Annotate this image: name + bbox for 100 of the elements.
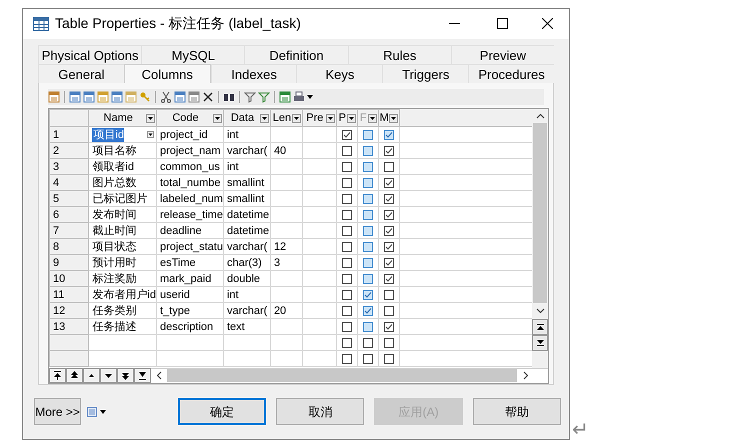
checkbox[interactable] bbox=[362, 242, 373, 252]
table-cell[interactable]: mark_paid bbox=[156, 270, 224, 287]
nav-button[interactable] bbox=[117, 368, 134, 384]
checkbox[interactable] bbox=[384, 226, 394, 236]
horizontal-scroll-thumb[interactable] bbox=[167, 369, 517, 382]
tab[interactable]: Preview bbox=[450, 44, 554, 64]
table-cell[interactable]: t_type bbox=[156, 302, 224, 319]
checkbox[interactable] bbox=[362, 322, 373, 332]
checkbox[interactable] bbox=[384, 162, 394, 172]
table-cell[interactable]: total_numbe bbox=[156, 174, 224, 191]
table-cell[interactable]: 项目状态 bbox=[88, 238, 156, 255]
table-cell[interactable]: smallint bbox=[223, 174, 270, 191]
table-cell[interactable]: 任务描述 bbox=[88, 318, 156, 335]
checkbox[interactable] bbox=[362, 290, 373, 300]
spreadsheet-icon[interactable] bbox=[279, 90, 291, 103]
tab[interactable]: Procedures bbox=[468, 64, 554, 83]
dialog-button[interactable]: 确定 bbox=[178, 398, 266, 426]
table-cell[interactable]: project_nam bbox=[156, 142, 224, 159]
checkbox[interactable] bbox=[362, 162, 373, 172]
table-cell[interactable]: 标注奖励 bbox=[88, 270, 156, 287]
nav-button[interactable] bbox=[49, 368, 66, 384]
checkbox[interactable] bbox=[362, 178, 373, 188]
table-cell[interactable]: 40 bbox=[270, 142, 302, 159]
checkbox[interactable] bbox=[342, 146, 352, 156]
minimize-icon[interactable] bbox=[449, 22, 460, 25]
table-cell[interactable]: release_time bbox=[156, 206, 224, 223]
table-cell[interactable]: 截止时间 bbox=[88, 222, 156, 239]
tab[interactable]: Rules bbox=[348, 44, 451, 64]
table-cell[interactable]: double bbox=[223, 270, 270, 287]
column-header[interactable]: Code bbox=[156, 109, 224, 127]
dropdown-caret-icon[interactable] bbox=[307, 94, 313, 99]
checkbox[interactable] bbox=[362, 338, 373, 348]
table-cell[interactable]: 发布时间 bbox=[88, 206, 156, 223]
checkbox[interactable] bbox=[342, 258, 352, 268]
checkbox[interactable] bbox=[384, 354, 394, 364]
table-cell[interactable]: smallint bbox=[223, 190, 270, 207]
table-cell[interactable]: 发布者用户id bbox=[88, 286, 156, 303]
table-cell[interactable]: userid bbox=[156, 286, 224, 303]
table-cell[interactable]: char(3) bbox=[223, 254, 270, 271]
checkbox[interactable] bbox=[362, 146, 373, 156]
table-cell[interactable]: 12 bbox=[270, 238, 302, 255]
tab[interactable]: MySQL bbox=[141, 44, 244, 64]
table-cell[interactable]: deadline bbox=[156, 222, 224, 239]
table-cell[interactable]: 项目名称 bbox=[88, 142, 156, 159]
tab[interactable]: Physical Options bbox=[38, 44, 142, 64]
nav-button[interactable] bbox=[66, 368, 83, 384]
table-cell[interactable]: int bbox=[223, 126, 270, 143]
scroll-left-icon[interactable] bbox=[156, 371, 162, 380]
checkbox[interactable] bbox=[342, 178, 352, 188]
table-cell[interactable]: description bbox=[156, 318, 224, 335]
nav-button[interactable] bbox=[100, 368, 117, 384]
checkbox[interactable] bbox=[342, 322, 352, 332]
filter-icon[interactable] bbox=[244, 90, 256, 103]
checkbox[interactable] bbox=[384, 338, 394, 348]
checkbox[interactable] bbox=[342, 338, 352, 348]
table-cell[interactable]: labeled_num bbox=[156, 190, 224, 207]
checkbox[interactable] bbox=[362, 194, 373, 204]
table-cell[interactable]: 领取者id bbox=[88, 158, 156, 175]
checkbox[interactable] bbox=[384, 130, 394, 140]
checkbox[interactable] bbox=[384, 258, 394, 268]
maximize-icon[interactable] bbox=[497, 18, 508, 30]
checkbox[interactable] bbox=[342, 226, 352, 236]
table-cell[interactable]: varchar( bbox=[223, 302, 270, 319]
checkbox[interactable] bbox=[384, 210, 394, 220]
table-cell[interactable]: 预计用时 bbox=[88, 254, 156, 271]
scroll-down-icon[interactable] bbox=[536, 308, 545, 314]
tab[interactable]: Columns bbox=[124, 64, 211, 83]
checkbox[interactable] bbox=[362, 306, 373, 316]
table-cell[interactable]: common_us bbox=[156, 158, 224, 175]
table-cell[interactable]: esTime bbox=[156, 254, 224, 271]
table-cell[interactable]: 已标记图片 bbox=[88, 190, 156, 207]
checkbox[interactable] bbox=[342, 194, 352, 204]
vertical-scrollbar[interactable] bbox=[532, 108, 548, 368]
checkbox[interactable] bbox=[362, 258, 373, 268]
jump-bottom-button[interactable] bbox=[532, 334, 548, 351]
cut-icon[interactable] bbox=[160, 90, 172, 103]
checkbox[interactable] bbox=[362, 354, 373, 364]
checkbox[interactable] bbox=[362, 226, 373, 236]
table-cell[interactable]: datetime bbox=[223, 206, 270, 223]
tab[interactable]: Triggers bbox=[382, 64, 468, 83]
table-cell[interactable]: varchar( bbox=[223, 238, 270, 255]
table-cell[interactable]: int bbox=[223, 286, 270, 303]
checkbox[interactable] bbox=[342, 210, 352, 220]
checkbox[interactable] bbox=[362, 274, 373, 284]
more-button[interactable]: More >> bbox=[34, 398, 82, 426]
dropdown-icon[interactable] bbox=[292, 114, 301, 122]
table-cell[interactable]: project_id bbox=[156, 126, 224, 143]
checkbox[interactable] bbox=[384, 242, 394, 252]
checkbox[interactable] bbox=[342, 290, 352, 300]
tab[interactable]: General bbox=[38, 64, 124, 83]
dropdown-icon[interactable] bbox=[212, 114, 222, 122]
checkbox[interactable] bbox=[384, 146, 394, 156]
tab[interactable]: Indexes bbox=[210, 64, 296, 83]
column-header[interactable]: Len bbox=[270, 109, 302, 127]
checkbox[interactable] bbox=[342, 306, 352, 316]
scroll-up-icon[interactable] bbox=[536, 112, 545, 119]
caret-icon[interactable] bbox=[100, 410, 106, 414]
tab[interactable]: Definition bbox=[244, 44, 348, 64]
column-header[interactable]: Data bbox=[223, 109, 270, 127]
table-cell[interactable]: datetime bbox=[223, 222, 270, 239]
